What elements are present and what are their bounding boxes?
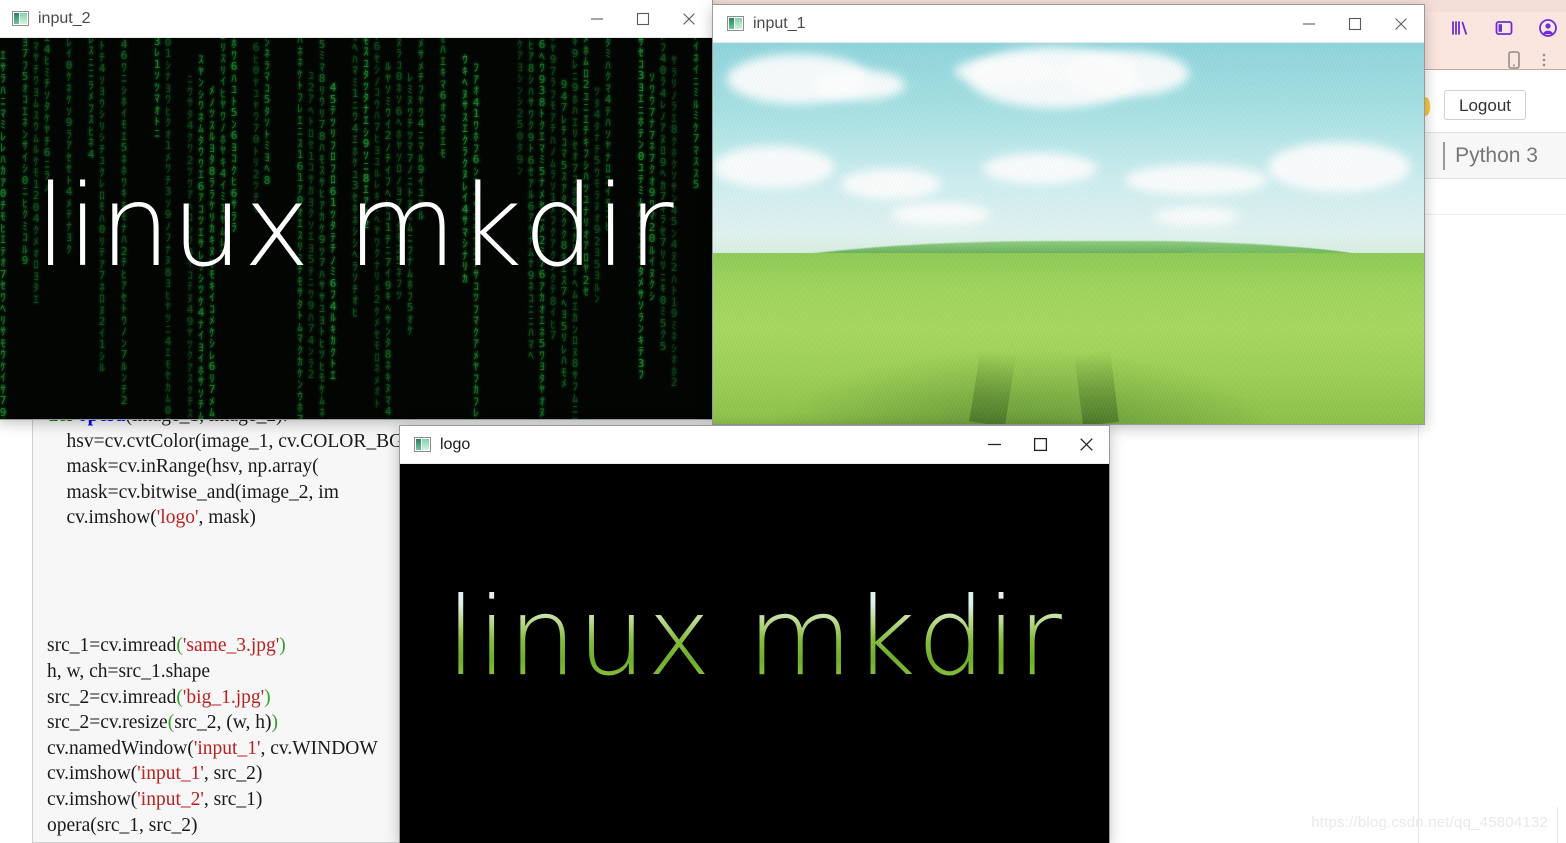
opencv-window-icon — [414, 437, 431, 452]
window-input-1-titlebar[interactable]: input_1 — [713, 5, 1424, 43]
code-token: 'logo' — [156, 507, 199, 529]
browser-secondary-icons — [1502, 48, 1556, 72]
window-input-2-controls — [574, 0, 712, 38]
maximize-button[interactable] — [1017, 426, 1063, 464]
window-input-1-title: input_1 — [753, 14, 806, 32]
kernel-divider — [1443, 142, 1446, 170]
code-token: 'input_2' — [137, 788, 204, 810]
overflow-menu-icon[interactable] — [1532, 48, 1556, 72]
watermark-divider — [1557, 807, 1558, 843]
maximize-button[interactable] — [1332, 5, 1378, 43]
field-photograph — [713, 43, 1424, 424]
window-input-2[interactable]: input_2 ｴ ｻ ﾗ ﾊ ﾆ ﾏ ﾐ ﾚ ﾚ ﾊ ｶ ｱ 0 ﾁ ﾓ ﾋ … — [0, 0, 712, 419]
code-token: , src_1) — [203, 788, 263, 810]
window-logo-controls — [971, 426, 1109, 464]
code-token: opera(src_1, src_2) — [47, 814, 198, 836]
window-input-2-title: input_2 — [38, 9, 91, 27]
kernel-indicator[interactable]: Python 3 — [1443, 142, 1538, 170]
code-token: ) — [264, 686, 271, 708]
code-token: , cv.WINDOW — [260, 737, 378, 759]
code-token: ) — [279, 635, 286, 657]
window-logo-titlebar[interactable]: logo — [400, 426, 1109, 464]
matrix-rain-column: ﾘ 6 ｾ ｹ ｱ ﾖ ｼ ﾝ ｼ 2 5 0 ﾀ 9 ﾝ — [516, 38, 524, 177]
logout-button[interactable]: Logout — [1444, 90, 1526, 120]
code-token: src_2=cv.resize — [47, 712, 168, 734]
window-input-2-image: ｴ ｻ ﾗ ﾊ ﾆ ﾏ ﾐ ﾚ ﾚ ﾊ ｶ ｱ 0 ﾁ ﾓ ﾋ ｴ ﾃ ｵ 7 … — [0, 38, 712, 419]
close-button[interactable] — [1063, 426, 1109, 464]
code-token: 'same_3.jpg' — [182, 635, 280, 657]
code-token: 'big_1.jpg' — [182, 686, 265, 708]
code-token: mask=cv.bitwise_and(image_2, im — [47, 481, 339, 503]
library-icon[interactable] — [1448, 16, 1472, 40]
notebook-right-margin — [1418, 215, 1566, 843]
code-token: src_2=cv.imread — [47, 686, 177, 708]
minimize-button[interactable] — [971, 426, 1017, 464]
close-button[interactable] — [666, 0, 712, 38]
kernel-name: Python 3 — [1455, 144, 1538, 167]
matrix-rain-column: ﾉ ﾁ ｲ ﾈ ｲ ﾆ ﾐ ﾙ ﾐ ｹ 7 ﾏ ｽ ｽ 5 — [692, 38, 700, 191]
window-input-1-image — [713, 43, 1424, 424]
window-input-1[interactable]: input_1 — [713, 5, 1424, 424]
window-input-1-controls — [1286, 5, 1424, 43]
minimize-button[interactable] — [574, 0, 620, 38]
code-token: , mask) — [198, 507, 256, 529]
code-token: 'input_1' — [193, 737, 261, 759]
code-token: h, w, ch=src_1.shape — [47, 660, 210, 682]
screen-root: Logout Python 3 def opera(image_1, image… — [0, 0, 1566, 843]
window-logo-image: linux mkdir — [400, 464, 1109, 843]
photo-texture — [713, 43, 1424, 424]
opencv-window-icon — [12, 11, 29, 26]
window-input-2-titlebar[interactable]: input_2 — [0, 0, 712, 38]
window-logo[interactable]: logo linux mkdir — [400, 426, 1109, 843]
window-logo-title: logo — [440, 435, 471, 453]
code-token: cv.imshow( — [47, 507, 157, 529]
masked-image-caption: linux mkdir — [400, 584, 1109, 692]
browser-toolbar-icons — [1404, 16, 1560, 40]
matrix-image-caption: linux mkdir — [35, 161, 675, 292]
code-token: mask=cv.inRange(hsv, np.array( — [47, 456, 319, 478]
close-button[interactable] — [1378, 5, 1424, 43]
responsive-design-icon[interactable] — [1502, 48, 1526, 72]
code-token: 'input_1' — [137, 763, 204, 785]
matrix-rain-column: ﾐ ﾎ 2 6 ｸ ﾀ 1 ｺ 3 ｾ ﾊ ｴ ｷ ﾏ 6 ｵ ﾏ ﾁ ｴ ﾓ — [439, 38, 447, 160]
masked-result-canvas: linux mkdir — [400, 464, 1109, 843]
matrix-rain-column: ｲ ﾃ ﾁ ｱ ﾆ ﾒ ｽ ｱ ﾑ ﾚ ｽ ﾆ ﾆ ﾗ ﾒ ﾌ ｽ ﾋ ﾈ 4 — [87, 38, 95, 161]
code-token: cv.namedWindow( — [47, 737, 194, 759]
code-token: cv.imshow( — [47, 788, 138, 810]
sidebar-icon[interactable] — [1492, 16, 1516, 40]
account-icon[interactable] — [1536, 16, 1560, 40]
opencv-window-icon — [727, 16, 744, 31]
code-token: , src_2) — [203, 763, 263, 785]
minimize-button[interactable] — [1286, 5, 1332, 43]
code-token: ) — [271, 712, 279, 734]
code-token: cv.imshow( — [47, 763, 138, 785]
matrix-rain-column: 3 ﾌ ｽ ﾜ ﾏ 1 ﾔ ﾎ 7 3 ﾚ 1 ｿ ﾂ ﾏ ｵ ﾄ ﾆ — [153, 38, 161, 140]
code-token: src_1=cv.imread — [47, 635, 177, 657]
code-token: src_2, (w, h) — [174, 712, 272, 734]
maximize-button[interactable] — [620, 0, 666, 38]
